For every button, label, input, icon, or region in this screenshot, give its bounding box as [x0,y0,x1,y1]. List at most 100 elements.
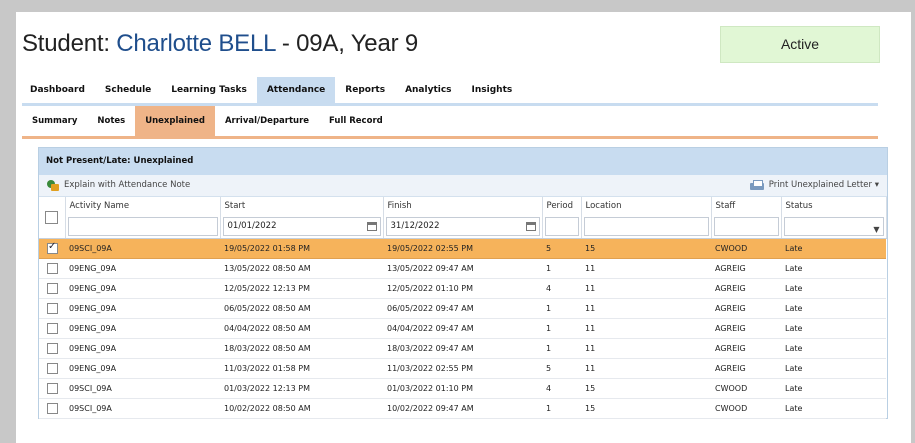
filter-start-cell: 01/01/2022 [220,214,384,239]
filter-start-value: 01/01/2022 [227,220,277,231]
table-row[interactable]: 09SCI_09A 01/03/2022 12:13 PM 01/03/2022 0… [39,378,886,399]
cell-status: Late [781,258,886,279]
row-select-cell [39,298,65,319]
table-row[interactable]: 09ENG_09A 12/05/2022 12:13 PM 12/05/2022 0… [39,278,886,299]
tab-insights[interactable]: Insights [462,77,523,104]
cell-staff: AGREIG [711,298,781,319]
attendance-note-icon [47,179,59,192]
table-row[interactable]: 09ENG_09A 04/04/2022 08:50 AM 04/04/2022 0… [39,318,886,339]
cell-staff: CWOOD [711,398,781,419]
row-checkbox[interactable] [47,343,58,354]
filter-status-select[interactable]: ▼ [783,216,884,236]
table-row[interactable]: 09SCI_09A19/05/2022 01:58 PM19/05/2022 0… [39,238,886,259]
cell-start: 04/04/2022 08:50 AM [220,318,383,339]
tab-reports[interactable]: Reports [335,77,395,104]
row-checkbox[interactable] [47,383,58,394]
filter-finish-input[interactable]: 31/12/2022 [385,216,540,236]
table-row[interactable]: 09SCI_09A 10/02/2022 08:50 AM 10/02/2022 0… [39,398,886,419]
panel-toolbar: Explain with Attendance Note Print Unexp… [39,175,887,197]
calendar-icon[interactable] [525,221,536,231]
status-badge: Active [720,26,880,63]
cell-period: 4 [542,378,581,399]
subtab-full-record[interactable]: Full Record [319,106,393,136]
row-checkbox[interactable] [47,403,58,414]
cell-finish: 18/03/2022 09:47 AM [383,338,542,359]
col-location[interactable]: Location [581,197,712,214]
cell-start: 12/05/2022 12:13 PM [220,278,383,299]
table-row[interactable]: 09ENG_09A 06/05/2022 08:50 AM 06/05/2022 0… [39,298,886,319]
cell-start: 01/03/2022 12:13 PM [220,378,383,399]
col-status[interactable]: Status [781,197,887,214]
cell-finish: 04/04/2022 09:47 AM [383,318,542,339]
table-row[interactable]: 09ENG_09A 18/03/2022 08:50 AM 18/03/2022 0… [39,338,886,359]
print-letter-button[interactable]: Print Unexplained Letter ▾ [749,175,879,196]
student-label: Student: [22,30,117,57]
tab-attendance[interactable]: Attendance [256,77,336,104]
cell-status: Late [781,318,886,339]
tab-learning-tasks[interactable]: Learning Tasks [161,77,257,104]
cell-activity: 09ENG_09A [65,338,220,359]
cell-activity: 09ENG_09A [65,358,220,379]
subtab-arrival-departure[interactable]: Arrival/Departure [215,106,319,136]
row-checkbox[interactable] [47,363,58,374]
filter-location-input[interactable] [583,216,709,236]
cell-finish: 19/05/2022 02:55 PM [383,238,542,259]
cell-finish: 10/02/2022 09:47 AM [383,398,542,419]
cell-activity: 09ENG_09A [65,258,220,279]
cell-start: 18/03/2022 08:50 AM [220,338,383,359]
calendar-icon[interactable] [366,221,377,231]
cell-status: Late [781,278,886,299]
row-checkbox[interactable] [47,241,58,254]
filter-staff-cell [711,214,782,239]
col-activity-name[interactable]: Activity Name [65,197,221,214]
filter-status-cell: ▼ [781,214,887,239]
filter-period-input[interactable] [544,216,579,236]
col-finish[interactable]: Finish [383,197,543,214]
cell-location: 15 [581,398,711,419]
explain-label: Explain with Attendance Note [64,180,191,190]
select-all-checkbox[interactable] [45,211,59,224]
col-start[interactable]: Start [220,197,384,214]
col-period[interactable]: Period [542,197,582,214]
unexplained-panel: Not Present/Late: Unexplained Explain wi… [38,147,888,419]
cell-status: Late [781,298,886,319]
row-select-cell [39,238,65,259]
cell-period: 1 [542,258,581,279]
tab-dashboard[interactable]: Dashboard [22,77,95,104]
filter-start-input[interactable]: 01/01/2022 [222,216,381,236]
tab-analytics[interactable]: Analytics [395,77,461,104]
cell-status: Late [781,358,886,379]
cell-finish: 11/03/2022 02:55 PM [383,358,542,379]
col-staff[interactable]: Staff [711,197,782,214]
cell-period: 5 [542,238,581,259]
cell-location: 11 [581,298,711,319]
subtab-summary[interactable]: Summary [22,106,87,136]
tab-schedule[interactable]: Schedule [95,77,161,104]
cell-status: Late [781,398,886,419]
explain-with-note-button[interactable]: Explain with Attendance Note [47,175,190,196]
cell-period: 1 [542,318,581,339]
filter-row: 01/01/2022 31/12/2022 ▼ [39,214,887,239]
cell-status: Late [781,238,886,259]
subtab-unexplained[interactable]: Unexplained [135,106,215,136]
row-checkbox[interactable] [47,303,58,314]
row-checkbox[interactable] [47,283,58,294]
cell-start: 10/02/2022 08:50 AM [220,398,383,419]
table-row[interactable]: 09ENG_09A 11/03/2022 01:58 PM 11/03/2022 0… [39,358,886,379]
cell-staff: CWOOD [711,238,781,259]
filter-activity-input[interactable] [67,216,218,236]
row-checkbox[interactable] [47,263,58,274]
cell-finish: 13/05/2022 09:47 AM [383,258,542,279]
student-name[interactable]: Charlotte BELL [116,30,275,57]
row-checkbox[interactable] [47,323,58,334]
row-select-cell [39,318,65,339]
row-select-cell [39,378,65,399]
cell-start: 06/05/2022 08:50 AM [220,298,383,319]
table-row[interactable]: 09ENG_09A 13/05/2022 08:50 AM 13/05/2022 0… [39,258,886,279]
cell-activity: 09ENG_09A [65,278,220,299]
cell-staff: AGREIG [711,278,781,299]
filter-staff-input[interactable] [713,216,779,236]
subtab-notes[interactable]: Notes [87,106,135,136]
row-select-cell [39,258,65,279]
row-select-cell [39,278,65,299]
